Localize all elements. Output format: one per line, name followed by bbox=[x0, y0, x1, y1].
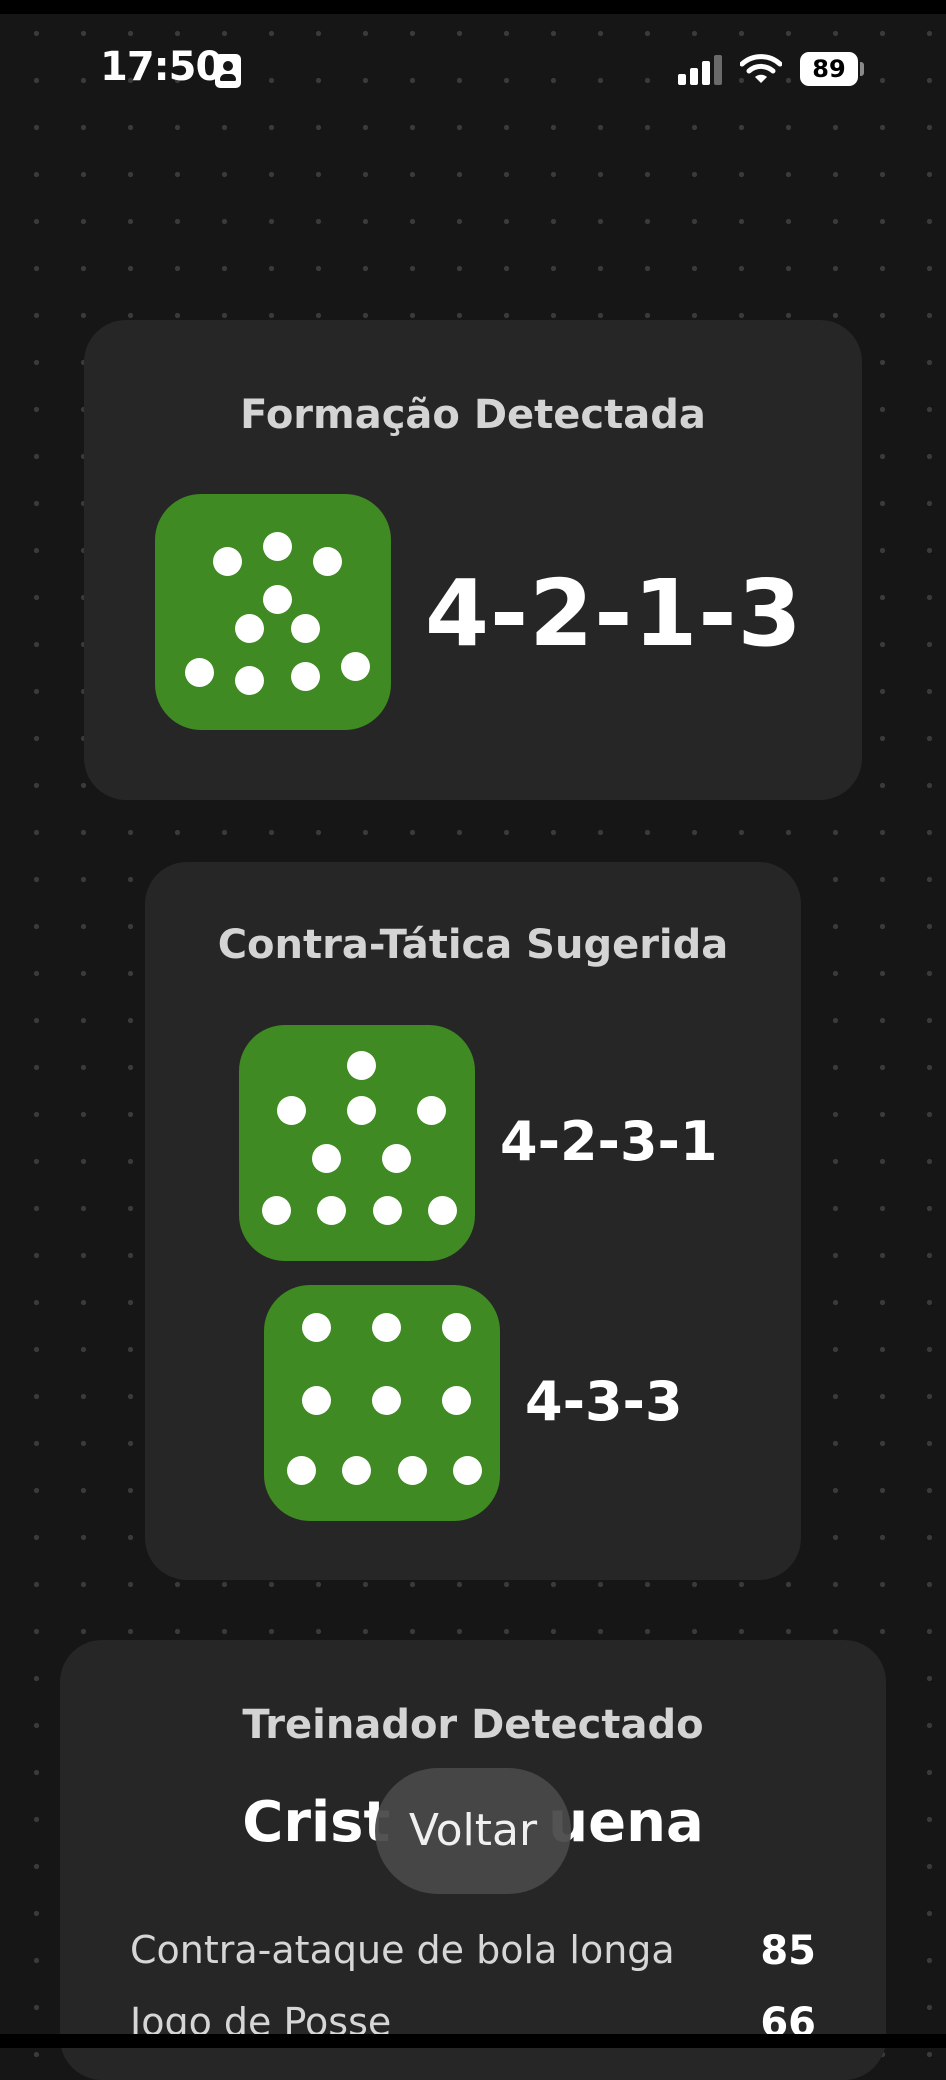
coach-name-end: uena bbox=[548, 1790, 704, 1855]
top-edge bbox=[0, 0, 946, 14]
person-id-icon bbox=[215, 54, 241, 88]
cellular-signal-icon bbox=[678, 55, 724, 85]
bottom-edge bbox=[0, 2034, 946, 2048]
wifi-icon bbox=[740, 54, 782, 83]
suggested-formation-label[interactable]: 4-3-3 bbox=[525, 1370, 683, 1433]
stat-label: Contra-ataque de bola longa bbox=[130, 1928, 675, 1972]
coach-name-start: Crist bbox=[242, 1790, 391, 1855]
battery-tip bbox=[860, 62, 864, 76]
back-button[interactable]: Voltar bbox=[375, 1768, 571, 1894]
suggested-tactic-title: Contra-Tática Sugerida bbox=[217, 922, 729, 968]
status-time: 17:50 bbox=[100, 44, 223, 90]
detected-formation-pitch-icon bbox=[155, 494, 391, 730]
suggested-formation-pitch-icon[interactable] bbox=[239, 1025, 475, 1261]
detected-coach-title: Treinador Detectado bbox=[242, 1702, 704, 1748]
suggested-formation-pitch-icon[interactable] bbox=[264, 1285, 500, 1521]
stat-value: 85 bbox=[760, 1928, 816, 1974]
detected-formation-title: Formação Detectada bbox=[240, 392, 706, 438]
detected-formation-value: 4-2-1-3 bbox=[425, 560, 803, 667]
battery-icon: 89 bbox=[800, 52, 858, 86]
suggested-formation-label[interactable]: 4-2-3-1 bbox=[500, 1110, 718, 1173]
